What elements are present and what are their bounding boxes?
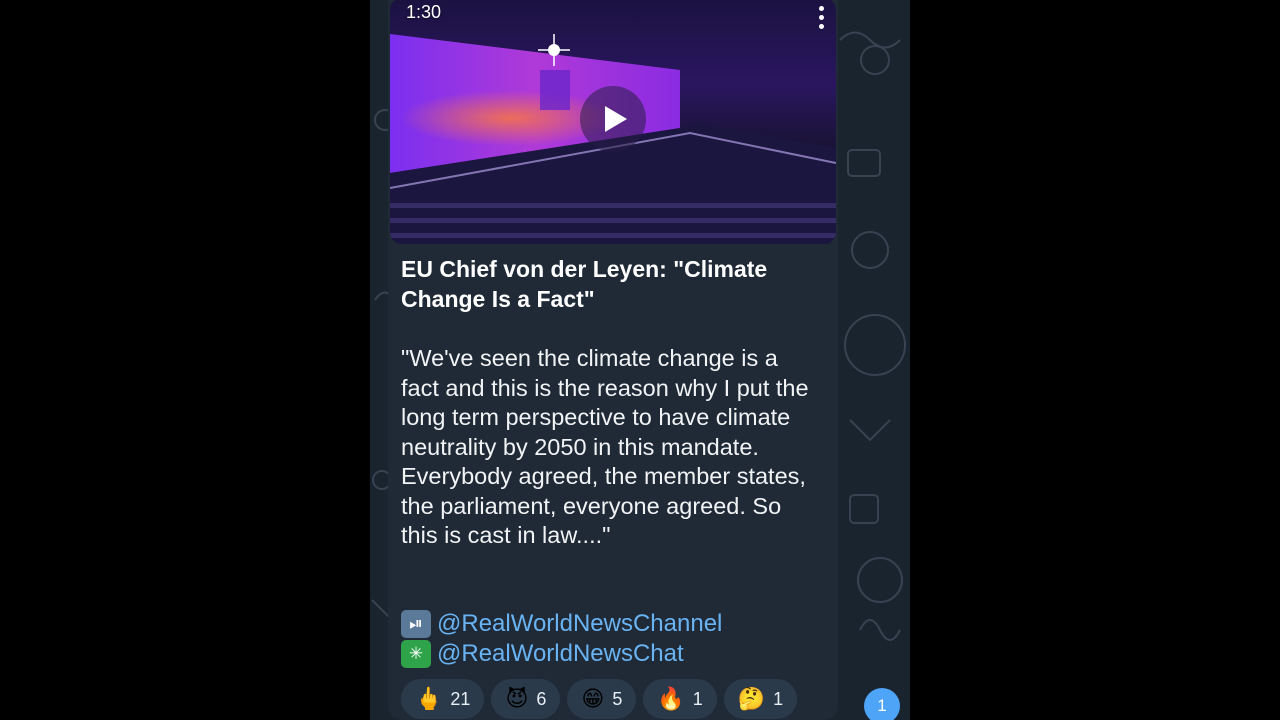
play-icon[interactable] <box>580 86 646 152</box>
chat-link[interactable]: ✳ @RealWorldNewsChat <box>401 639 684 669</box>
more-options-icon[interactable] <box>816 6 826 34</box>
reaction-bar: 🖕 21 😈 6 😁 5 🔥 1 🤔 1 <box>401 679 798 719</box>
unread-badge[interactable]: 1 <box>864 688 900 720</box>
post-title: EU Chief von der Leyen: "Climate Change … <box>401 256 768 312</box>
fire-icon: 🔥 <box>657 686 685 712</box>
video-preview[interactable]: 1:30 <box>390 0 836 244</box>
grinning-face-icon: 😁 <box>581 686 605 712</box>
reaction-fire[interactable]: 🔥 1 <box>643 679 717 719</box>
middle-finger-icon: 🖕 <box>415 686 443 712</box>
channel-link[interactable]: ⏯ @RealWorldNewsChannel <box>401 609 722 639</box>
reaction-devil[interactable]: 😈 6 <box>491 679 561 719</box>
duration-label: 1:30 <box>406 2 442 22</box>
asterisk-icon: ✳ <box>401 640 431 668</box>
channel-link-text[interactable]: @RealWorldNewsChannel <box>437 610 722 638</box>
reaction-thinking[interactable]: 🤔 1 <box>723 679 798 719</box>
play-pause-icon: ⏯ <box>401 610 431 638</box>
chat-screen: 1:30 EU Chief von der Leyen: "Climate Ch… <box>370 0 910 720</box>
reaction-count: 1 <box>773 688 784 709</box>
message-bubble: 1:30 EU Chief von der Leyen: "Climate Ch… <box>388 0 838 720</box>
chat-link-text[interactable]: @RealWorldNewsChat <box>437 640 684 668</box>
reaction-count: 6 <box>536 688 547 709</box>
post-quote: "We've seen the climate change is a fact… <box>401 345 809 548</box>
reaction-count: 5 <box>612 688 623 709</box>
reaction-middle-finger[interactable]: 🖕 21 <box>401 679 485 719</box>
devil-face-icon: 😈 <box>505 686 529 712</box>
reaction-count: 21 <box>450 688 471 709</box>
reaction-count: 1 <box>692 688 703 709</box>
reaction-grin[interactable]: 😁 5 <box>567 679 637 719</box>
thinking-face-icon: 🤔 <box>737 686 766 712</box>
